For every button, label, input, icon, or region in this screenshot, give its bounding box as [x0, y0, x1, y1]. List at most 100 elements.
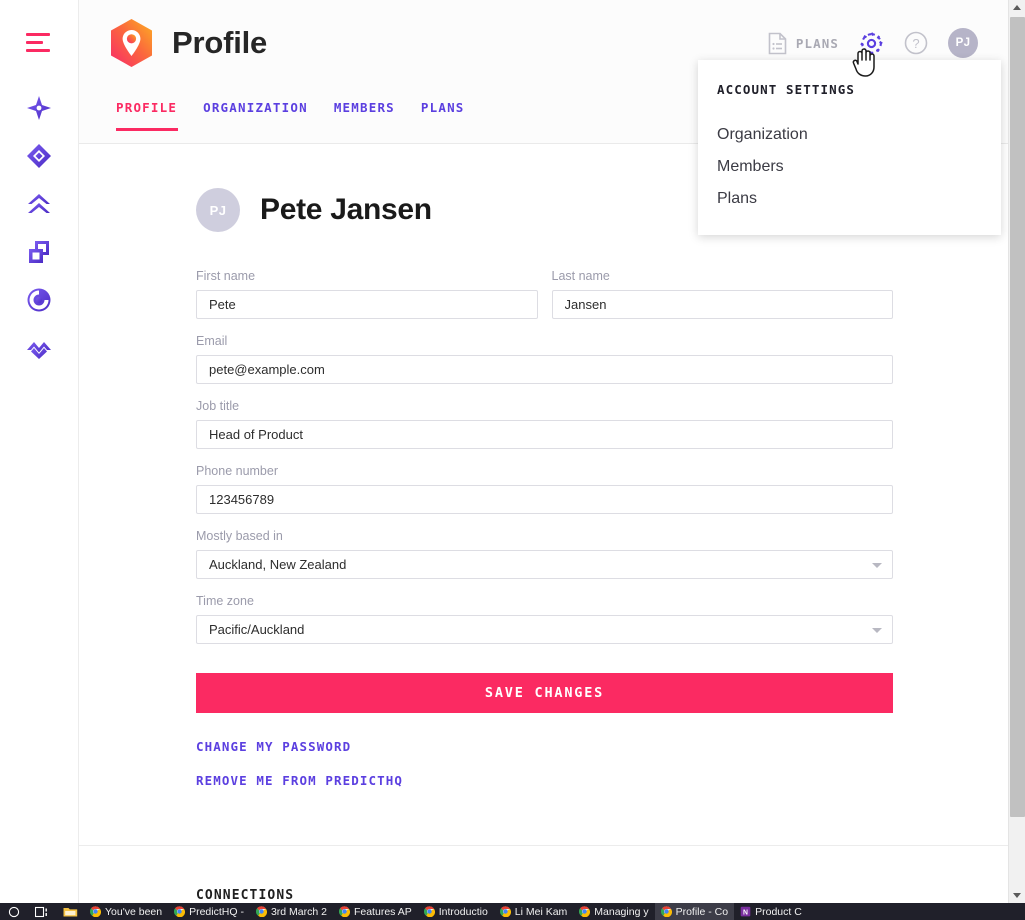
- brand-block: Profile: [109, 18, 267, 68]
- email-field[interactable]: [196, 355, 893, 384]
- document-list-icon: [768, 32, 787, 54]
- last-name-label: Last name: [551, 269, 610, 283]
- tab-profile[interactable]: PROFILE: [110, 100, 190, 131]
- hamburger-line: [26, 32, 50, 36]
- avatar: PJ: [196, 188, 240, 232]
- tab-organization[interactable]: ORGANIZATION: [190, 100, 321, 131]
- taskbar-item[interactable]: Introductio: [418, 903, 494, 920]
- taskbar-item[interactable]: Features AP: [333, 903, 418, 920]
- predicthq-hexagon-pin-logo: [111, 19, 152, 67]
- taskbar-item-label: Managing y: [594, 905, 649, 918]
- taskbar-item-label: Li Mei Kam: [514, 905, 568, 918]
- taskbar-item-label: PredictHQ -: [189, 905, 244, 918]
- settings-gear-button[interactable]: [859, 31, 884, 56]
- taskbar-item-label: Profile - Co: [675, 905, 729, 918]
- profile-name: Pete Jansen: [260, 193, 432, 226]
- rail-icon-list: [19, 94, 59, 362]
- target-radar-icon[interactable]: [19, 286, 59, 314]
- hamburger-line: [26, 48, 50, 52]
- task-view-icon[interactable]: [28, 903, 56, 920]
- taskbar-item[interactable]: Managing y: [573, 903, 654, 920]
- job-title-label: Job title: [196, 399, 240, 413]
- taskbar-item[interactable]: 3rd March 2: [250, 903, 333, 920]
- menu-item-members[interactable]: Members: [698, 151, 1001, 183]
- page-title: Profile: [172, 25, 268, 60]
- gear-icon: [860, 31, 883, 55]
- user-avatar-header[interactable]: PJ: [948, 28, 978, 58]
- time-zone-field-group: Time zone: [196, 594, 893, 644]
- page-content: PJ Pete Jansen First name Last name: [79, 144, 1008, 903]
- chrome-icon: [579, 906, 591, 917]
- tab-plans[interactable]: PLANS: [408, 100, 478, 131]
- first-name-field-group: First name: [196, 269, 538, 319]
- double-chevron-up-icon[interactable]: [19, 190, 59, 218]
- chrome-icon: [660, 906, 672, 917]
- job-title-field-group: Job title: [196, 399, 893, 449]
- scrollbar-thumb[interactable]: [1010, 17, 1025, 817]
- profile-card: PJ Pete Jansen First name Last name: [79, 144, 1008, 846]
- chrome-icon: [499, 906, 511, 917]
- change-password-link[interactable]: CHANGE MY PASSWORD: [196, 739, 893, 754]
- left-icon-rail: [0, 0, 79, 903]
- taskbar-item[interactable]: N Product C: [734, 903, 808, 920]
- taskbar-item-active[interactable]: Profile - Co: [654, 903, 735, 920]
- app-window: Profile PLANS ? PJ PROFILE ORGANIZATION …: [0, 0, 1025, 920]
- taskbar-item-label: You've been: [105, 905, 163, 918]
- windows-taskbar: You've been PredictHQ - 3rd March 2 Feat…: [0, 903, 1025, 920]
- menu-item-organization[interactable]: Organization: [698, 119, 1001, 151]
- sparkle-star-icon[interactable]: [19, 94, 59, 122]
- remove-me-link[interactable]: REMOVE ME FROM PREDICTHQ: [196, 773, 893, 788]
- connections-title: CONNECTIONS: [196, 888, 295, 903]
- hamburger-menu-icon[interactable]: [26, 31, 52, 53]
- menu-item-plans[interactable]: Plans: [698, 183, 1001, 215]
- based-in-select[interactable]: [196, 550, 893, 579]
- chrome-icon: [90, 906, 101, 917]
- svg-text:N: N: [743, 909, 748, 916]
- taskbar-item-label: Features AP: [353, 905, 412, 918]
- taskbar-item[interactable]: PredictHQ -: [168, 903, 250, 920]
- tab-members[interactable]: MEMBERS: [321, 100, 408, 131]
- based-in-field-group: Mostly based in: [196, 529, 893, 579]
- phone-label: Phone number: [196, 464, 279, 478]
- taskbar-item[interactable]: You've been: [84, 903, 168, 920]
- profile-form-wrapper: PJ Pete Jansen First name Last name: [196, 188, 893, 788]
- based-in-select-wrapper: [196, 550, 893, 579]
- based-in-label: Mostly based in: [196, 529, 283, 543]
- account-settings-dropdown: ACCOUNT SETTINGS Organization Members Pl…: [698, 60, 1001, 235]
- copy-layers-icon[interactable]: [19, 238, 59, 266]
- last-name-input[interactable]: [551, 290, 893, 319]
- job-title-input[interactable]: [196, 420, 893, 449]
- email-field-group: Email: [196, 334, 893, 384]
- account-settings-title: ACCOUNT SETTINGS: [717, 82, 856, 97]
- time-zone-select[interactable]: [196, 615, 893, 644]
- connections-wrapper: CONNECTIONS If you'd like to be able to …: [196, 888, 893, 903]
- svg-text:?: ?: [912, 36, 919, 51]
- vertical-scrollbar[interactable]: [1008, 0, 1025, 903]
- time-zone-select-wrapper: [196, 615, 893, 644]
- name-field-row: First name Last name: [196, 269, 893, 334]
- chrome-icon: [174, 906, 186, 917]
- taskbar-item-label: 3rd March 2: [270, 905, 327, 918]
- diamond-rhombus-icon[interactable]: [19, 142, 59, 170]
- plans-header-link[interactable]: PLANS: [768, 32, 839, 55]
- email-label: Email: [196, 334, 228, 348]
- plans-header-label: PLANS: [795, 35, 839, 51]
- scroll-down-arrow-icon[interactable]: [1013, 893, 1021, 898]
- search-circle-icon[interactable]: [0, 903, 28, 920]
- taskbar-item[interactable]: Li Mei Kam: [494, 903, 574, 920]
- help-button[interactable]: ?: [904, 31, 928, 55]
- time-zone-label: Time zone: [196, 594, 254, 608]
- phone-input[interactable]: [196, 485, 893, 514]
- first-name-label: First name: [196, 269, 256, 283]
- save-changes-button[interactable]: SAVE CHANGES: [196, 673, 893, 713]
- taskbar-item-label: Introductio: [438, 905, 488, 918]
- scroll-up-arrow-icon[interactable]: [1013, 5, 1021, 10]
- hamburger-line: [26, 40, 43, 44]
- first-name-input[interactable]: [196, 290, 538, 319]
- wave-chevrons-icon[interactable]: [19, 334, 59, 362]
- chrome-icon: [338, 906, 350, 917]
- question-circle-icon: ?: [904, 31, 928, 55]
- main-region: Profile PLANS ? PJ PROFILE ORGANIZATION …: [79, 0, 1008, 903]
- header-actions: PLANS ? PJ: [768, 28, 986, 58]
- file-explorer-icon[interactable]: [56, 903, 84, 920]
